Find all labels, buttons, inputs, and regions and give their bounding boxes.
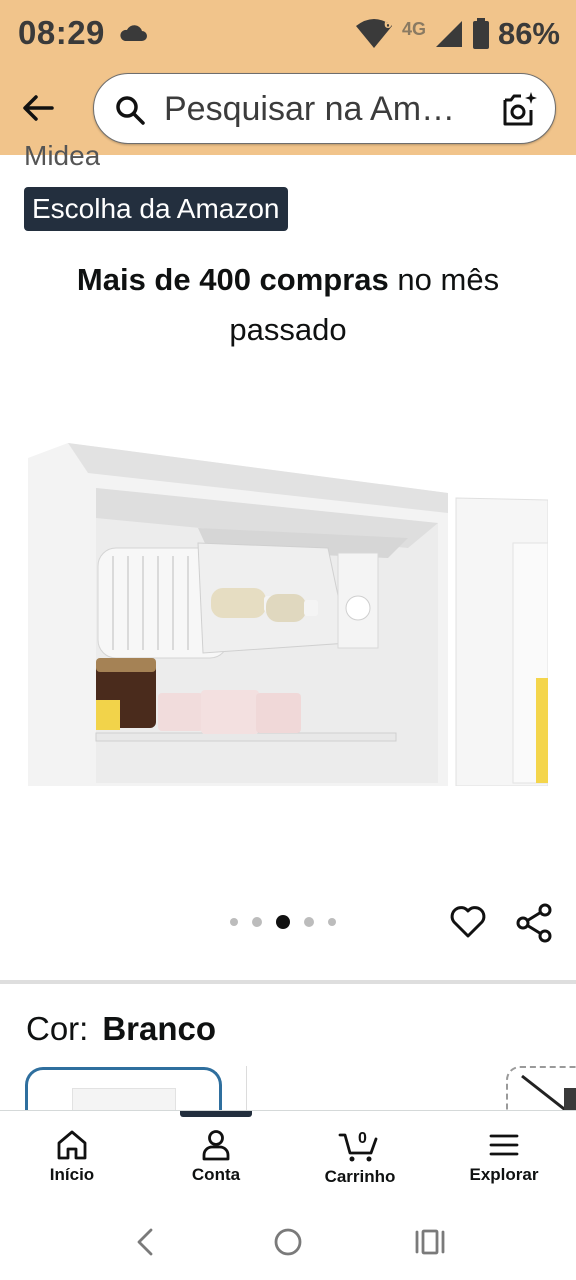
system-home-icon[interactable] bbox=[273, 1227, 303, 1257]
home-icon bbox=[57, 1130, 87, 1160]
product-image[interactable] bbox=[28, 438, 548, 786]
search-placeholder: Pesquisar na Am… bbox=[164, 90, 456, 128]
menu-icon bbox=[489, 1134, 519, 1156]
brand-name[interactable]: Midea bbox=[24, 140, 100, 174]
battery-icon bbox=[472, 18, 489, 49]
carousel-dot[interactable] bbox=[304, 917, 314, 927]
share-icon[interactable] bbox=[515, 903, 553, 943]
system-recents-icon[interactable] bbox=[414, 1227, 446, 1257]
system-back-icon[interactable] bbox=[133, 1227, 157, 1257]
section-divider bbox=[0, 980, 576, 984]
status-bar: 08:29 6 4G 86% bbox=[0, 0, 576, 66]
heart-icon[interactable] bbox=[449, 903, 487, 941]
nav-item-account[interactable]: Conta bbox=[156, 1129, 276, 1185]
network-type: 4G bbox=[401, 18, 426, 39]
purchases-count: Mais de 400 compras bbox=[76, 262, 389, 297]
purchases-text: Mais de 400 compras no mês passado bbox=[0, 255, 576, 355]
cloud-icon bbox=[120, 25, 147, 41]
carousel-dot[interactable] bbox=[252, 917, 262, 927]
amazon-choice-badge: Escolha da Amazon bbox=[24, 187, 288, 231]
cart-icon: 0 bbox=[338, 1130, 378, 1162]
color-selection-label: Cor: Branco bbox=[26, 1010, 216, 1048]
signal-icon bbox=[435, 21, 462, 47]
carousel-dot[interactable] bbox=[230, 918, 238, 926]
search-input[interactable]: Pesquisar na Am… bbox=[93, 73, 556, 144]
app-header: 08:29 6 4G 86% Pesquisar na Am… bbox=[0, 0, 576, 155]
nav-active-indicator bbox=[180, 1111, 252, 1117]
nav-label: Carrinho bbox=[324, 1167, 396, 1186]
nav-item-home[interactable]: Início bbox=[12, 1129, 132, 1185]
nav-item-explore[interactable]: Explorar bbox=[444, 1129, 564, 1185]
nav-label: Conta bbox=[191, 1165, 241, 1184]
swatch-separator bbox=[246, 1066, 247, 1110]
nav-item-cart[interactable]: 0 Carrinho bbox=[300, 1129, 420, 1187]
user-icon bbox=[202, 1130, 230, 1161]
status-time: 08:29 bbox=[18, 14, 105, 51]
nav-label: Explorar bbox=[469, 1165, 539, 1184]
nav-label: Início bbox=[49, 1165, 95, 1184]
wifi-icon: 6 bbox=[355, 18, 392, 48]
carousel-dot-active[interactable] bbox=[276, 915, 290, 929]
system-navigation-bar bbox=[0, 1205, 576, 1280]
color-label: Cor: bbox=[26, 1010, 89, 1047]
search-icon bbox=[116, 96, 145, 125]
carousel-dot[interactable] bbox=[328, 918, 336, 926]
bottom-navigation: Início Conta 0 Carrinho Explorar bbox=[0, 1110, 576, 1205]
back-arrow-icon[interactable] bbox=[18, 88, 58, 128]
signal-badge: 6 bbox=[384, 18, 392, 31]
color-swatch[interactable] bbox=[506, 1066, 576, 1110]
cart-count: 0 bbox=[358, 1130, 367, 1147]
swatch-thumbnail bbox=[521, 1074, 576, 1110]
battery-percent: 86% bbox=[497, 16, 560, 51]
camera-scan-icon[interactable] bbox=[501, 90, 539, 128]
color-value: Branco bbox=[102, 1010, 217, 1047]
status-icons: 6 4G 86% bbox=[354, 14, 560, 54]
image-carousel-dots[interactable] bbox=[230, 915, 336, 929]
